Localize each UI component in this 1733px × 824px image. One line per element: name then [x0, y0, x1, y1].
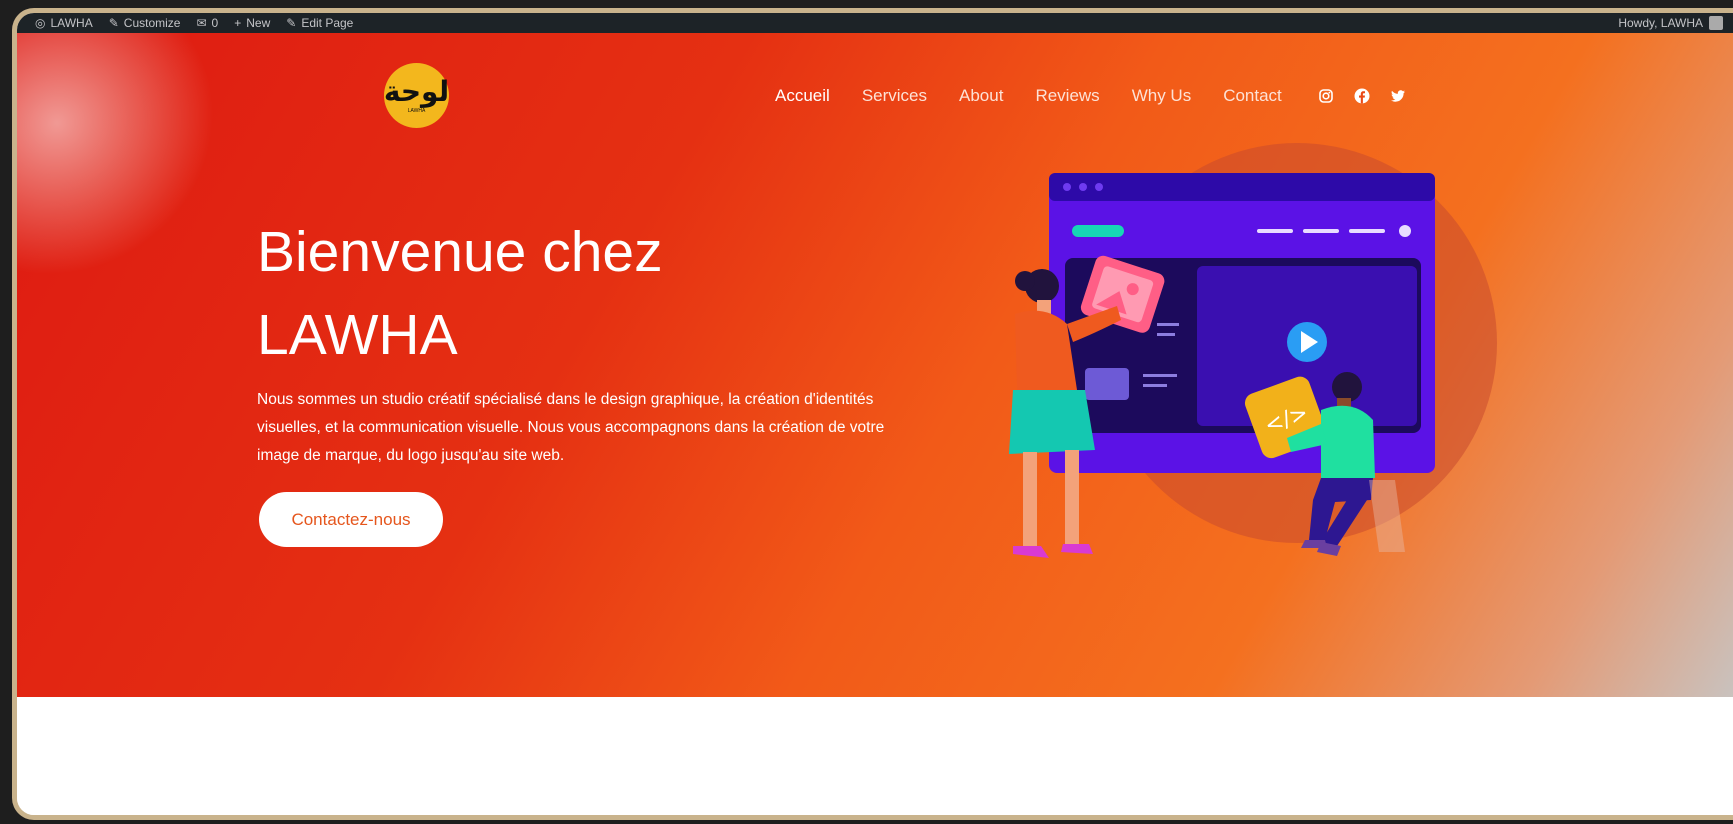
- main-nav: Accueil Services About Reviews Why Us Co…: [775, 86, 1406, 106]
- social-links: [1318, 88, 1406, 104]
- comment-icon: ✉: [196, 16, 207, 30]
- logo-subtitle: LAWHA: [407, 107, 426, 114]
- nav-services[interactable]: Services: [862, 86, 927, 106]
- nav-about[interactable]: About: [959, 86, 1003, 106]
- avatar: [1709, 16, 1723, 30]
- hero-title: Bienvenue chez LAWHA: [257, 211, 857, 377]
- facebook-icon[interactable]: [1354, 88, 1370, 104]
- nav-accueil[interactable]: Accueil: [775, 86, 830, 106]
- admin-bar-site-label: LAWHA: [50, 16, 93, 30]
- contact-button[interactable]: Contactez-nous: [259, 492, 443, 547]
- hero-illustration: </>: [1009, 143, 1497, 558]
- admin-bar-greeting: Howdy, LAWHA: [1618, 16, 1703, 30]
- admin-bar-new-label: New: [246, 16, 271, 30]
- wordpress-icon: ◎: [35, 16, 46, 30]
- admin-bar-site[interactable]: ◎ LAWHA: [35, 16, 93, 30]
- twitter-icon[interactable]: [1390, 88, 1406, 104]
- admin-bar-comments[interactable]: ✉ 0: [196, 16, 218, 30]
- admin-bar-edit-label: Edit Page: [301, 16, 354, 30]
- admin-bar-comments-count: 0: [211, 16, 219, 30]
- admin-bar-customize[interactable]: ✎ Customize: [109, 16, 181, 30]
- admin-bar-edit-page[interactable]: ✎ Edit Page: [286, 16, 353, 30]
- browser-frame: ◎ LAWHA ✎ Customize ✉ 0 + New ✎ Edit Pag…: [12, 8, 1733, 820]
- hero-title-line1: Bienvenue chez: [257, 220, 663, 284]
- logo-mark: لوحة: [383, 74, 451, 108]
- hero-section: لوحة LAWHA Accueil Services About Review…: [17, 33, 1733, 697]
- content-area: [17, 697, 1733, 815]
- nav-why-us[interactable]: Why Us: [1132, 86, 1192, 106]
- brush-icon: ✎: [108, 16, 119, 30]
- nav-reviews[interactable]: Reviews: [1035, 86, 1099, 106]
- admin-bar-account[interactable]: Howdy, LAWHA: [1618, 16, 1723, 30]
- admin-bar-new[interactable]: + New: [234, 16, 270, 30]
- instagram-icon[interactable]: [1318, 88, 1334, 104]
- pencil-icon: ✎: [286, 16, 297, 30]
- wp-admin-bar: ◎ LAWHA ✎ Customize ✉ 0 + New ✎ Edit Pag…: [17, 13, 1733, 33]
- site-logo[interactable]: لوحة LAWHA: [383, 63, 451, 128]
- hero-description: Nous sommes un studio créatif spécialisé…: [257, 391, 885, 464]
- admin-bar-customize-label: Customize: [123, 16, 181, 30]
- nav-contact[interactable]: Contact: [1223, 86, 1282, 106]
- hero-shine: [17, 33, 271, 333]
- plus-icon: +: [234, 16, 242, 30]
- hero-title-line2: LAWHA: [257, 303, 458, 367]
